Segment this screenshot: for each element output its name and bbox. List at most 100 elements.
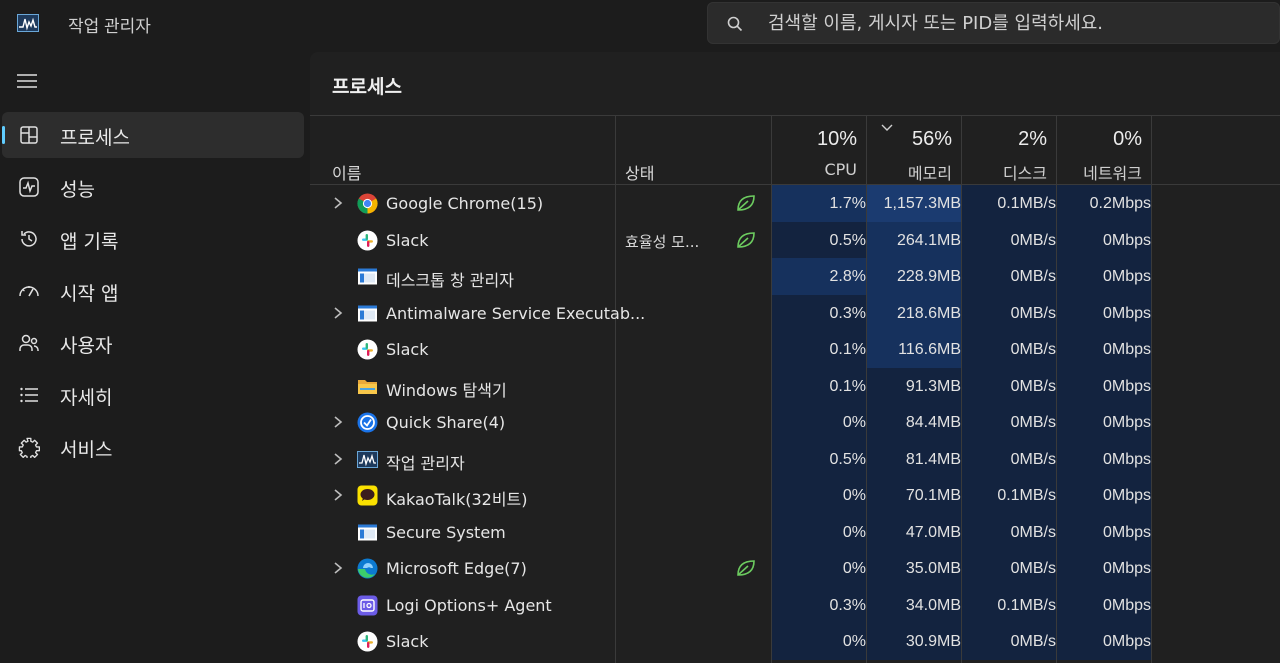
sidebar-item-label: 서비스	[60, 439, 113, 461]
column-header-network[interactable]: 네트워크	[1057, 160, 1142, 184]
sidebar-item-details[interactable]: 자세히	[2, 372, 304, 418]
cpu-value: 0.3%	[829, 304, 866, 322]
network-value: 0Mbps	[1102, 523, 1151, 541]
active-indicator	[2, 126, 5, 144]
cpu-value: 0%	[842, 487, 866, 504]
sidebar-item-performance[interactable]: 성능	[2, 164, 304, 210]
cpu-value: 0%	[842, 523, 866, 541]
chevron-right-icon[interactable]	[332, 196, 344, 210]
slack-icon	[357, 631, 378, 652]
disk-value: 0MB/s	[1010, 377, 1056, 395]
disk-value: 0MB/s	[1010, 304, 1056, 322]
disk-value: 0MB/s	[1010, 523, 1056, 541]
process-name: Microsoft Edge(7)	[386, 559, 527, 578]
disk-value: 0MB/s	[1010, 231, 1056, 249]
logi-icon	[357, 595, 378, 616]
disk-value: 0MB/s	[1010, 341, 1056, 358]
network-value: 0Mbps	[1102, 341, 1151, 358]
chevron-right-icon[interactable]	[332, 561, 344, 575]
users-icon	[18, 332, 40, 354]
process-row[interactable]: Slack 효율성 모... 0.5% 264.1MB 0MB/s 0Mbps	[310, 222, 1280, 259]
cpu-value: 2.8%	[829, 268, 866, 285]
cpu-total-percent[interactable]: 10%	[772, 128, 857, 151]
search-box[interactable]	[707, 2, 1280, 44]
process-name: Antimalware Service Executab...	[386, 303, 646, 323]
memory-value: 84.4MB	[905, 414, 961, 431]
process-name: Slack	[386, 230, 429, 250]
cpu-value: 0.3%	[829, 596, 866, 614]
hamburger-menu-icon[interactable]	[16, 72, 38, 90]
network-value: 0.2Mbps	[1089, 195, 1151, 212]
window-app-icon	[357, 522, 378, 543]
disk-value: 0MB/s	[1010, 560, 1056, 577]
process-name: Windows 탐색기	[386, 380, 507, 400]
sidebar-item-users[interactable]: 사용자	[2, 320, 304, 366]
search-input[interactable]	[768, 3, 1268, 43]
sidebar-item-label: 프로세스	[60, 127, 130, 149]
task-manager-icon	[357, 449, 378, 470]
process-row[interactable]: Quick Share(4) 0% 84.4MB 0MB/s 0Mbps	[310, 404, 1280, 441]
edge-icon	[357, 558, 378, 579]
network-total-percent[interactable]: 0%	[1057, 128, 1142, 151]
memory-value: 91.3MB	[905, 377, 961, 395]
process-name: Quick Share(4)	[386, 413, 506, 432]
disk-value: 0.1MB/s	[997, 487, 1056, 504]
kakaotalk-icon	[357, 485, 378, 506]
process-name: Google Chrome(15)	[386, 194, 544, 213]
process-row[interactable]: KakaoTalk(32비트) 0% 70.1MB 0.1MB/s 0Mbps	[310, 477, 1280, 514]
process-row[interactable]: 데스크톱 창 관리자 2.8% 228.9MB 0MB/s 0Mbps	[310, 258, 1280, 295]
process-name: 데스크톱 창 관리자	[386, 271, 514, 290]
memory-value: 81.4MB	[905, 450, 961, 468]
sidebar-item-label: 앱 기록	[60, 231, 119, 253]
table-header: 이름 상태 10% CPU 56% 메모리 2% 디스크 0% 네트워크	[310, 116, 1280, 184]
process-row[interactable]: Logi Options+ Agent 0.3% 34.0MB 0.1MB/s 0Mbp…	[310, 587, 1280, 624]
process-row[interactable]: Windows 탐색기 0.1% 91.3MB 0MB/s 0Mbps	[310, 368, 1280, 405]
performance-icon	[18, 176, 40, 198]
process-row[interactable]: Antimalware Service Executab... 0.3% 218.6…	[310, 295, 1280, 332]
slack-icon	[357, 230, 378, 251]
column-header-status[interactable]: 상태	[625, 160, 654, 184]
sidebar-item-services[interactable]: 서비스	[2, 424, 304, 470]
column-header-cpu[interactable]: CPU	[772, 160, 857, 179]
memory-value: 70.1MB	[905, 487, 961, 504]
process-row[interactable]: 작업 관리자 0.5% 81.4MB 0MB/s 0Mbps	[310, 441, 1280, 478]
processes-icon	[18, 124, 40, 146]
network-value: 0Mbps	[1102, 268, 1151, 285]
chevron-right-icon[interactable]	[332, 452, 344, 466]
memory-total-percent[interactable]: 56%	[867, 128, 952, 151]
disk-value: 0MB/s	[1010, 414, 1056, 431]
column-header-disk[interactable]: 디스크	[962, 160, 1047, 184]
process-name: Slack	[386, 340, 429, 359]
process-row[interactable]: Slack 0.1% 116.6MB 0MB/s 0Mbps	[310, 331, 1280, 368]
column-header-memory[interactable]: 메모리	[867, 160, 952, 184]
sidebar-item-app-history[interactable]: 앱 기록	[2, 216, 304, 262]
memory-value: 47.0MB	[905, 523, 961, 541]
chrome-icon	[357, 193, 378, 214]
sidebar-item-startup-apps[interactable]: 시작 앱	[2, 268, 304, 314]
window-app-icon	[357, 266, 378, 287]
cpu-value: 0.1%	[829, 341, 866, 358]
chevron-right-icon[interactable]	[332, 488, 344, 502]
process-row[interactable]: Microsoft Edge(7) 0% 35.0MB 0MB/s 0Mbps	[310, 550, 1280, 587]
slack-icon	[357, 339, 378, 360]
sidebar-item-processes[interactable]: 프로세스	[2, 112, 304, 158]
process-name: KakaoTalk(32비트)	[386, 490, 528, 509]
process-row[interactable]: Secure System 0% 47.0MB 0MB/s 0Mbps	[310, 514, 1280, 551]
disk-total-percent[interactable]: 2%	[962, 128, 1047, 151]
memory-value: 264.1MB	[896, 231, 961, 249]
chevron-right-icon[interactable]	[332, 306, 344, 320]
memory-value: 218.6MB	[896, 304, 961, 322]
process-table: 이름 상태 10% CPU 56% 메모리 2% 디스크 0% 네트워크 Goo…	[310, 116, 1280, 663]
column-header-name[interactable]: 이름	[332, 160, 361, 184]
process-name: 작업 관리자	[386, 453, 465, 473]
efficiency-mode-leaf-icon	[735, 193, 757, 213]
chevron-right-icon[interactable]	[332, 415, 344, 429]
network-value: 0Mbps	[1102, 560, 1151, 577]
disk-value: 0MB/s	[1010, 268, 1056, 285]
process-row[interactable]: Slack 0% 30.9MB 0MB/s 0Mbps	[310, 623, 1280, 660]
process-row[interactable]: Google Chrome(15) 1.7% 1,157.3MB 0.1MB/s 0.2…	[310, 185, 1280, 222]
main-panel: 프로세스 이름 상태 10% CPU 56% 메모리 2% 디스크 0% 네트워…	[310, 52, 1280, 663]
network-value: 0Mbps	[1102, 633, 1151, 650]
search-icon	[727, 16, 743, 32]
cpu-value: 0%	[842, 414, 866, 431]
